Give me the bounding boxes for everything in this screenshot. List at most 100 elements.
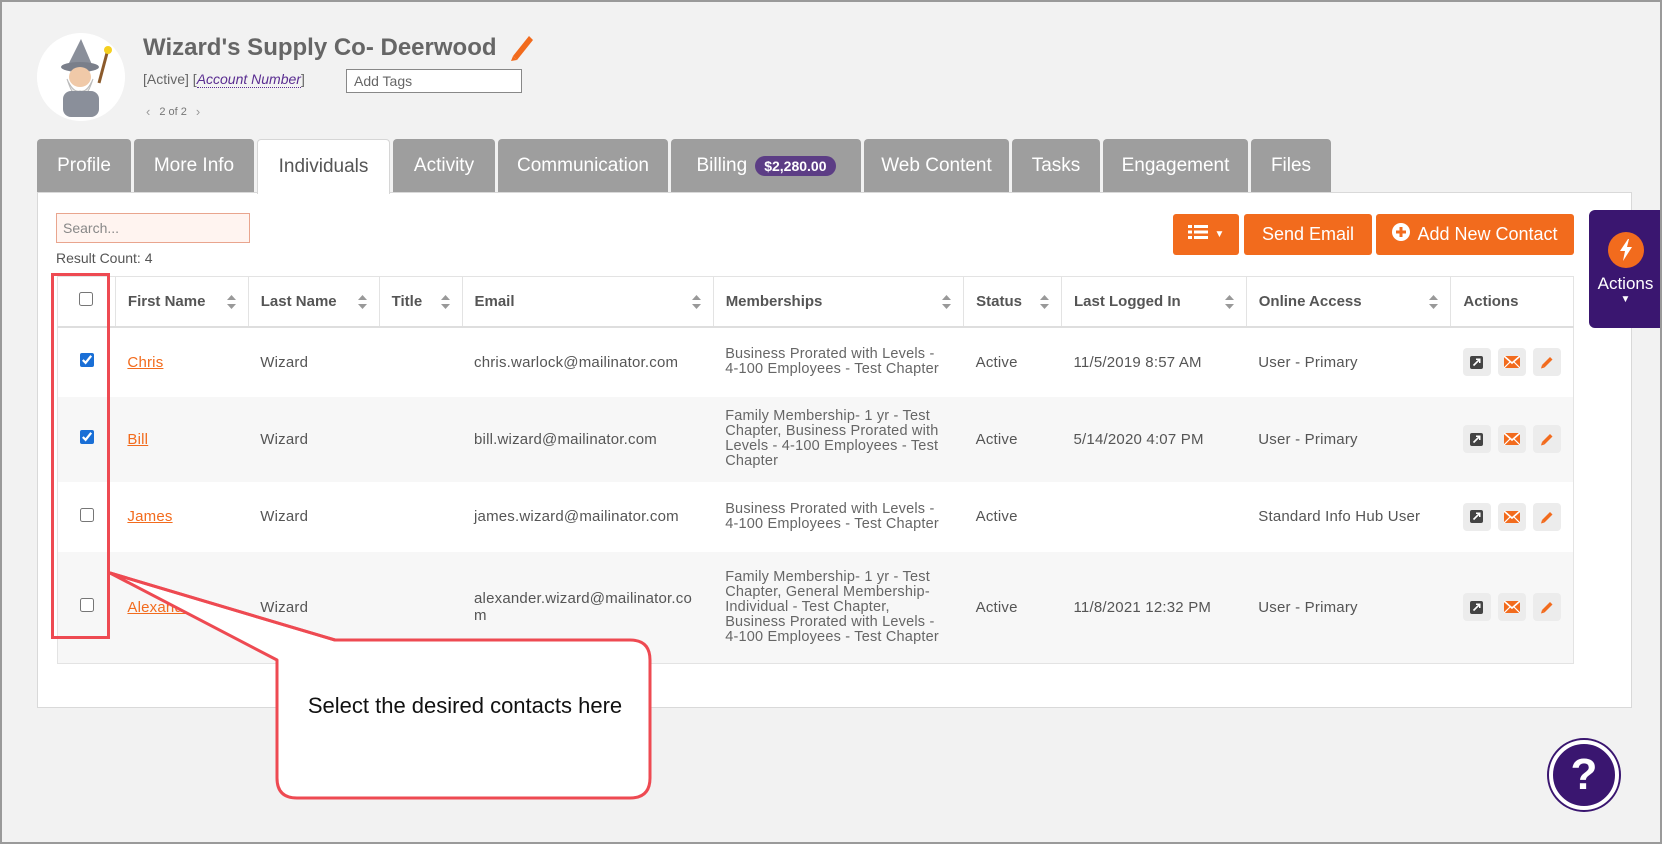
tab-more-info[interactable]: More Info [134, 139, 254, 192]
col-label: Title [391, 292, 423, 310]
plus-circle-icon [1392, 223, 1411, 246]
memberships-cell: Business Prorated with Levels - 4-100 Em… [713, 481, 964, 552]
col-last-name[interactable]: Last Name [248, 276, 380, 328]
tab-label: Activity [413, 154, 475, 176]
tab-label: Files [1270, 154, 1312, 176]
tab-files[interactable]: Files [1251, 139, 1331, 192]
email-icon[interactable] [1497, 348, 1526, 376]
sort-icon [226, 295, 236, 309]
row-checkbox[interactable] [79, 598, 94, 613]
online-access-cell: User - Primary [1246, 326, 1451, 397]
col-email[interactable]: Email [462, 276, 714, 328]
col-label: Last Name [260, 292, 337, 310]
last-login-cell: 11/5/2019 8:57 AM [1061, 326, 1247, 397]
first-name-cell: Bill [115, 396, 249, 482]
open-external-icon[interactable] [1462, 502, 1491, 531]
tab-label: Engagement [1121, 154, 1230, 176]
account-avatar [37, 33, 125, 121]
email-cell: bill.wizard@mailinator.com [462, 396, 714, 482]
help-button[interactable]: ? [1549, 740, 1619, 810]
add-tags-input[interactable] [346, 69, 522, 93]
row-checkbox[interactable] [79, 353, 94, 367]
sort-icon [691, 295, 701, 309]
col-status[interactable]: Status [963, 276, 1062, 328]
chevron-right-icon[interactable]: › [196, 104, 200, 119]
tab-profile[interactable]: Profile [37, 139, 131, 192]
select-all-checkbox[interactable] [79, 292, 94, 307]
row-checkbox[interactable] [79, 507, 94, 522]
row-select-cell [57, 481, 116, 552]
account-meta: [Active] [Account Number] [143, 71, 305, 88]
list-view-dropdown-button[interactable]: ▼ [1173, 214, 1239, 255]
tab-activity[interactable]: Activity [393, 139, 495, 192]
last-login-cell [1061, 481, 1247, 552]
col-title[interactable]: Title [379, 276, 463, 328]
memberships-cell: Family Membership- 1 yr - Test Chapter, … [713, 396, 964, 482]
contact-name-link[interactable]: Bill [127, 431, 148, 448]
callout-text: Select the desired contacts here [307, 693, 623, 718]
tab-engagement[interactable]: Engagement [1103, 139, 1248, 192]
row-actions-cell [1450, 326, 1574, 397]
email-icon[interactable] [1497, 593, 1526, 622]
col-label: Email [474, 292, 515, 310]
status-text: [Active] [143, 71, 189, 87]
email-icon[interactable] [1497, 425, 1526, 453]
result-count: Result Count: 4 [56, 250, 153, 266]
open-external-icon[interactable] [1462, 425, 1491, 453]
email-icon[interactable] [1497, 502, 1526, 531]
tab-tasks[interactable]: Tasks [1012, 139, 1100, 192]
edit-pencil-icon[interactable] [1532, 348, 1561, 376]
actions-side-tab[interactable]: Actions ▼ [1589, 210, 1662, 328]
table-row: Chris Wizard chris.warlock@mailinator.com B… [57, 326, 1574, 397]
row-select-cell [57, 551, 116, 664]
open-external-icon[interactable] [1462, 593, 1491, 622]
list-icon [1187, 224, 1208, 245]
edit-pencil-icon[interactable] [1532, 502, 1561, 531]
email-cell: alexander.wizard@mailinator.com [462, 551, 714, 664]
tab-label: Web Content [881, 154, 992, 176]
status-cell: Active [963, 396, 1062, 482]
tab-web-content[interactable]: Web Content [864, 139, 1009, 192]
col-label: Actions [1463, 292, 1519, 310]
col-first-name[interactable]: First Name [115, 276, 249, 328]
row-select-cell [57, 326, 116, 397]
edit-pencil-icon[interactable] [1532, 593, 1561, 622]
chevron-left-icon[interactable]: ‹ [146, 104, 150, 119]
first-name-cell: James [115, 481, 249, 552]
sort-icon [1429, 295, 1439, 309]
add-contact-label: Add New Contact [1417, 224, 1558, 244]
contact-name-link[interactable]: James [127, 508, 172, 525]
online-access-cell: User - Primary [1246, 551, 1451, 664]
tab-billing[interactable]: Billing $2,280.00 [671, 139, 861, 192]
caret-down-icon: ▼ [1620, 294, 1631, 305]
col-last-logged-in[interactable]: Last Logged In [1061, 276, 1247, 328]
sort-icon [357, 295, 367, 309]
last-name-cell: Wizard [248, 551, 380, 664]
col-online-access[interactable]: Online Access [1246, 276, 1452, 328]
tab-label: Individuals [278, 156, 369, 177]
col-actions: Actions [1450, 276, 1574, 328]
tab-individuals[interactable]: Individuals [257, 139, 390, 194]
last-login-cell: 5/14/2020 4:07 PM [1061, 396, 1247, 482]
contact-name-link[interactable]: Chris [127, 354, 163, 371]
tab-label: Tasks [1031, 154, 1081, 176]
title-cell [379, 326, 462, 397]
account-number-link[interactable]: Account Number [196, 71, 301, 88]
first-name-cell: Alexander [115, 551, 249, 664]
bolt-icon [1607, 232, 1644, 268]
row-checkbox[interactable] [79, 430, 94, 444]
search-input[interactable] [56, 213, 250, 243]
last-login-cell: 11/8/2021 12:32 PM [1061, 551, 1247, 664]
memberships-cell: Family Membership- 1 yr - Test Chapter, … [713, 551, 964, 664]
row-actions-cell [1450, 481, 1574, 552]
table-row: Alexander Wizard alexander.wizard@mailinat… [57, 551, 1574, 664]
tab-communication[interactable]: Communication [498, 139, 668, 192]
edit-pencil-icon[interactable] [1532, 425, 1561, 453]
add-new-contact-button[interactable]: Add New Contact [1376, 214, 1574, 255]
col-memberships[interactable]: Memberships [713, 276, 965, 328]
open-external-icon[interactable] [1462, 348, 1491, 376]
send-email-button[interactable]: Send Email [1244, 214, 1372, 255]
edit-pencil-icon[interactable] [508, 32, 534, 62]
contact-name-link[interactable]: Alexander [127, 599, 196, 616]
title-cell [379, 396, 462, 482]
